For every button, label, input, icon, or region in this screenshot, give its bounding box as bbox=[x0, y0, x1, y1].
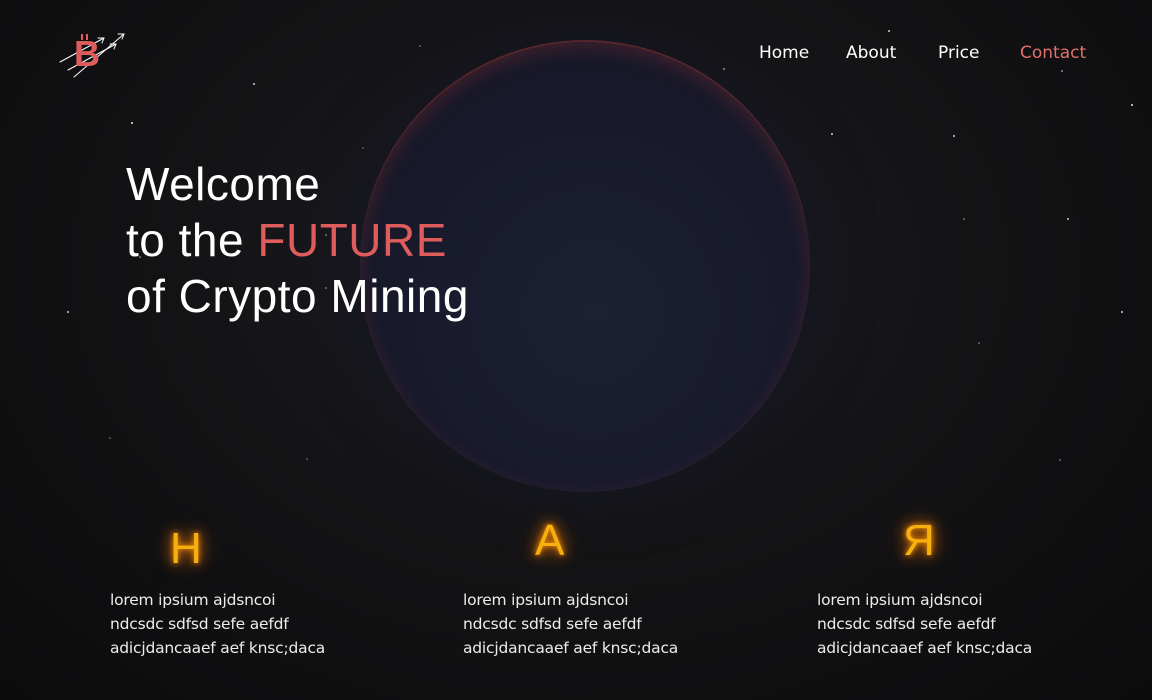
hero-line-2: to the FUTURE bbox=[126, 212, 469, 268]
hero-accent-word: FUTURE bbox=[257, 214, 447, 266]
feature-text-1: lorem ipsium ajdsncoi ndcsdc sdfsd sefe … bbox=[110, 591, 326, 657]
feature-glyph-3: Я bbox=[903, 516, 935, 565]
hero-line-3: of Crypto Mining bbox=[126, 270, 469, 322]
nav-price[interactable]: Price bbox=[938, 42, 979, 64]
nav-contact[interactable]: Contact bbox=[1020, 42, 1086, 64]
main-nav: Home About Price Contact bbox=[0, 42, 1152, 66]
nav-about[interactable]: About bbox=[846, 42, 896, 64]
hero-line-2-prefix: to the bbox=[126, 214, 258, 266]
hero-heading: Welcome to the FUTURE of Crypto Mining bbox=[126, 156, 469, 324]
feature-glyph-2: A bbox=[535, 516, 565, 565]
feature-text-2: lorem ipsium ajdsncoi ndcsdc sdfsd sefe … bbox=[463, 591, 679, 657]
nav-home[interactable]: Home bbox=[759, 42, 809, 64]
hero-line-1: Welcome bbox=[126, 158, 321, 210]
feature-text-3: lorem ipsium ajdsncoi ndcsdc sdfsd sefe … bbox=[817, 591, 1033, 657]
feature-glyph-1: H bbox=[170, 524, 202, 573]
